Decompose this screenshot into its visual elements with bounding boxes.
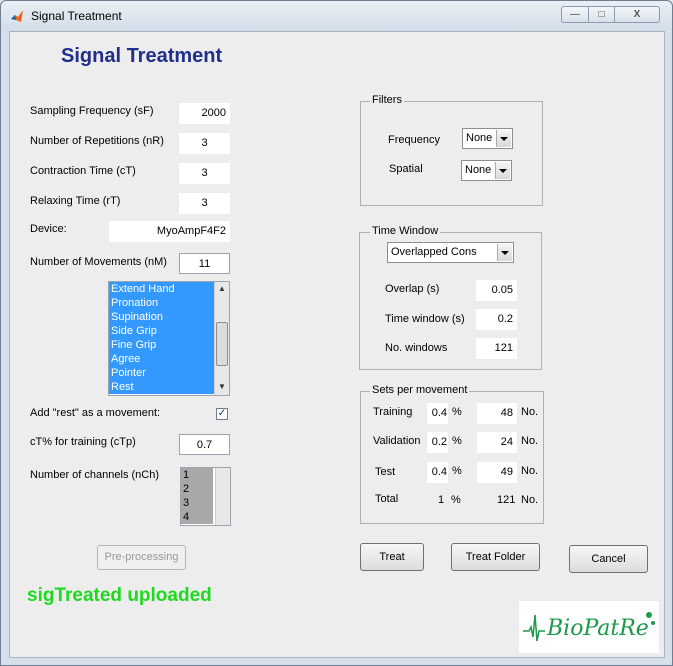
test-pct-field[interactable]: 0.4: [427, 462, 448, 483]
contraction-time-field[interactable]: 3: [179, 163, 230, 184]
repetitions-label: Number of Repetitions (nR): [30, 135, 164, 147]
treat-button[interactable]: Treat: [360, 543, 424, 571]
channels-label: Number of channels (nCh): [30, 469, 160, 481]
list-item[interactable]: Pointer: [109, 366, 216, 380]
check-icon: ✓: [217, 408, 227, 419]
window-title: Signal Treatment: [31, 9, 122, 23]
movements-label: Number of Movements (nM): [30, 256, 167, 268]
frequency-label: Frequency: [388, 134, 440, 146]
spatial-value: None: [465, 164, 492, 176]
movements-field[interactable]: 11: [179, 253, 230, 274]
pct-label: %: [451, 494, 461, 506]
time-window-field[interactable]: 0.2: [476, 309, 517, 330]
contraction-time-label: Contraction Time (cT): [30, 165, 136, 177]
no-label: No.: [521, 494, 539, 506]
list-item[interactable]: Extend Hand: [109, 282, 216, 296]
pct-label: %: [452, 406, 462, 418]
training-pct-field[interactable]: 0.4: [427, 403, 448, 424]
validation-pct-field[interactable]: 0.2: [427, 432, 448, 453]
frequency-value: None: [466, 132, 493, 144]
frequency-dropdown[interactable]: None: [462, 128, 513, 149]
close-button[interactable]: X: [615, 6, 660, 23]
time-window-title: Time Window: [370, 225, 441, 237]
total-label: Total: [375, 493, 399, 505]
list-item[interactable]: Rest: [109, 380, 216, 394]
channels-list[interactable]: 1 2 3 4: [180, 467, 231, 526]
spatial-dropdown[interactable]: None: [461, 160, 512, 181]
biopatrec-logo: BioPatRe: [519, 601, 659, 653]
chevron-down-icon[interactable]: [495, 162, 510, 179]
ct-training-field[interactable]: 0.7: [179, 434, 230, 455]
scroll-up-icon[interactable]: ▲: [215, 282, 229, 296]
windows-count-field[interactable]: 121: [476, 338, 517, 359]
no-label: No.: [521, 406, 539, 418]
logo-text: BioPatRe: [546, 616, 649, 641]
logo-graphic: BioPatRe: [523, 612, 655, 642]
no-label: No.: [521, 465, 539, 477]
relaxing-time-label: Relaxing Time (rT): [30, 195, 121, 207]
matlab-icon: [11, 10, 23, 22]
relaxing-time-field[interactable]: 3: [179, 193, 230, 214]
window: Signal Treatment — □ X Signal Treatment …: [0, 0, 673, 666]
maximize-button[interactable]: □: [589, 6, 615, 23]
time-window-mode-dropdown[interactable]: Overlapped Cons: [387, 242, 514, 263]
pct-label: %: [452, 435, 462, 447]
no-label: No.: [521, 435, 539, 447]
filters-title: Filters: [370, 94, 404, 106]
pct-label: %: [452, 465, 462, 477]
overlap-label: Overlap (s): [385, 283, 440, 295]
cancel-button[interactable]: Cancel: [569, 545, 648, 573]
list-item[interactable]: 3: [181, 496, 213, 510]
overlap-field[interactable]: 0.05: [476, 280, 517, 301]
test-no-field[interactable]: 49: [477, 462, 517, 483]
pre-processing-button[interactable]: Pre-processing: [97, 545, 186, 570]
training-label: Training: [373, 406, 413, 418]
page-title: Signal Treatment: [61, 45, 223, 67]
treat-folder-button[interactable]: Treat Folder: [451, 543, 540, 571]
validation-no-field[interactable]: 24: [477, 432, 517, 453]
sampling-frequency-label: Sampling Frequency (sF): [30, 105, 154, 117]
repetitions-field[interactable]: 3: [179, 133, 230, 154]
device-label: Device:: [30, 223, 67, 235]
validation-label: Validation: [373, 435, 421, 447]
device-field[interactable]: MyoAmpF4F2: [109, 221, 230, 242]
list-item[interactable]: Fine Grip: [109, 338, 216, 352]
status-message: sigTreated uploaded: [27, 585, 212, 606]
list-item[interactable]: 1: [181, 468, 213, 482]
sets-title: Sets per movement: [370, 384, 470, 396]
total-no-value: 121: [497, 494, 516, 506]
sampling-frequency-field[interactable]: 2000: [179, 103, 230, 124]
list-item[interactable]: Side Grip: [109, 324, 216, 338]
scroll-thumb[interactable]: [216, 322, 228, 366]
list-item[interactable]: Supination: [109, 310, 216, 324]
minimize-button[interactable]: —: [561, 6, 589, 23]
time-window-mode-value: Overlapped Cons: [391, 246, 477, 258]
add-rest-checkbox[interactable]: ✓: [216, 408, 228, 420]
time-window-label: Time window (s): [385, 313, 465, 325]
movement-list[interactable]: Extend Hand Pronation Supination Side Gr…: [108, 281, 230, 396]
test-label: Test: [375, 466, 396, 478]
total-pct-value: 1: [438, 494, 445, 506]
channels-scrollbar[interactable]: [215, 468, 230, 525]
chevron-down-icon[interactable]: [497, 244, 512, 261]
list-scrollbar[interactable]: ▲ ▼: [214, 282, 229, 395]
title-bar: Signal Treatment — □ X: [1, 1, 672, 31]
scroll-down-icon[interactable]: ▼: [215, 380, 229, 394]
windows-count-label: No. windows: [385, 342, 448, 354]
chevron-down-icon[interactable]: [496, 130, 511, 147]
list-item[interactable]: Pronation: [109, 296, 216, 310]
list-item[interactable]: 4: [181, 510, 213, 524]
training-no-field[interactable]: 48: [477, 403, 517, 424]
figure-panel: Signal Treatment Sampling Frequency (sF)…: [9, 31, 665, 658]
filters-group: [360, 101, 543, 206]
spatial-label: Spatial: [389, 163, 423, 175]
list-item[interactable]: Agree: [109, 352, 216, 366]
list-item[interactable]: 2: [181, 482, 213, 496]
add-rest-label: Add "rest" as a movement:: [30, 407, 161, 419]
ct-training-label: cT% for training (cTp): [30, 436, 136, 448]
